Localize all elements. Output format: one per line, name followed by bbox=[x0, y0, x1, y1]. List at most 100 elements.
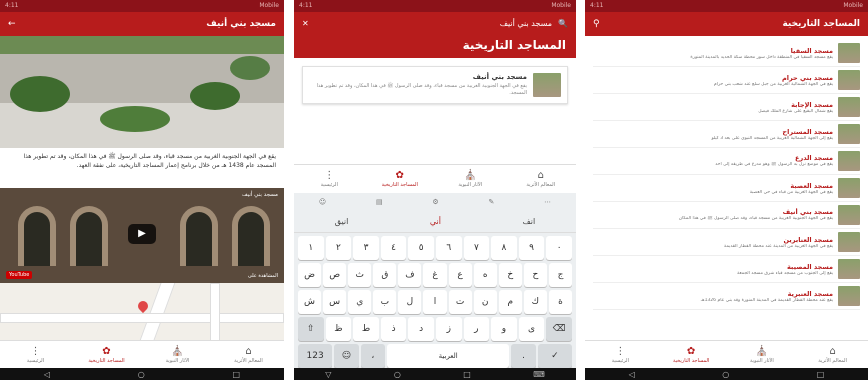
home-circle-icon[interactable]: ○ bbox=[722, 370, 729, 379]
play-icon[interactable]: ▶ bbox=[128, 224, 156, 244]
clipboard-icon[interactable]: ▤ bbox=[376, 198, 383, 206]
key[interactable]: ع bbox=[448, 263, 472, 287]
key[interactable]: ظ bbox=[325, 317, 352, 341]
suggestion[interactable]: انف bbox=[523, 217, 536, 226]
home-circle-icon[interactable]: ○ bbox=[138, 370, 145, 379]
recents-icon[interactable]: □ bbox=[817, 370, 825, 379]
key[interactable]: ث bbox=[348, 263, 372, 287]
key[interactable]: ا bbox=[423, 290, 447, 314]
suggestion[interactable]: أني bbox=[430, 217, 441, 226]
period-key[interactable]: . bbox=[511, 344, 536, 368]
list-item[interactable]: مسجد بني حرام يقع في الجهة الشمالية الغرب… bbox=[593, 67, 860, 94]
key[interactable]: ٢ bbox=[325, 236, 352, 260]
keyboard-switch-icon[interactable]: ⌨ bbox=[533, 370, 545, 379]
key[interactable]: ك bbox=[523, 290, 547, 314]
nav-item-prophetic-sites[interactable]: ⛪ الآثار النبوية bbox=[153, 346, 203, 364]
emoji-icon[interactable]: ☺ bbox=[319, 198, 326, 206]
more-icon[interactable]: ⋯ bbox=[544, 198, 551, 206]
key[interactable]: ٣ bbox=[353, 236, 379, 260]
nav-item-historic-mosques[interactable]: ✿ المساجد التاريخية bbox=[375, 170, 425, 188]
list-item[interactable]: مسجد الإجابة يقع شمال البقيع على شارع الم… bbox=[593, 94, 860, 121]
back-icon[interactable]: ▽ bbox=[325, 370, 331, 379]
close-icon[interactable]: ✕ bbox=[302, 19, 309, 28]
list-item[interactable]: مسجد المصيبة يقع إلى الجنوب من مسجد قباء … bbox=[593, 256, 860, 283]
key[interactable]: ٥ bbox=[408, 236, 434, 260]
key[interactable]: ٤ bbox=[380, 236, 407, 260]
enter-key[interactable]: ✓ bbox=[537, 344, 572, 368]
nav-item-prophetic-sites[interactable]: ⛪ الآثار النبوية bbox=[737, 346, 787, 364]
key[interactable]: ق bbox=[373, 263, 397, 287]
space-key[interactable]: العربية bbox=[387, 344, 510, 368]
settings-icon[interactable]: ⚙ bbox=[432, 198, 438, 206]
location-map[interactable] bbox=[0, 283, 284, 340]
key[interactable]: ش bbox=[298, 290, 322, 314]
backspace-key[interactable]: ⌫ bbox=[546, 317, 572, 341]
key[interactable]: د bbox=[408, 317, 434, 341]
key[interactable]: ٦ bbox=[435, 236, 462, 260]
text-edit-icon[interactable]: ✎ bbox=[488, 198, 494, 206]
key[interactable]: ض bbox=[298, 263, 322, 287]
key[interactable]: ٨ bbox=[491, 236, 517, 260]
key[interactable]: ح bbox=[523, 263, 547, 287]
emoji-key[interactable]: ☺ bbox=[334, 344, 359, 368]
list-item[interactable]: مسجد السقيا يقع مسجد السقيا في المنطقة دا… bbox=[593, 40, 860, 67]
key[interactable]: غ bbox=[423, 263, 447, 287]
shift-key[interactable]: ⇧ bbox=[298, 317, 324, 341]
list-item[interactable]: مسجد العصبة يقع في الجهة الغربية من قباء … bbox=[593, 175, 860, 202]
key[interactable]: ي bbox=[348, 290, 372, 314]
key[interactable]: ذ bbox=[380, 317, 407, 341]
list-item[interactable]: مسجد العنبرية يقع عند محطة القطار القديمة… bbox=[593, 283, 860, 310]
nav-item-home-menu[interactable]: ⋮ الرئيسية bbox=[595, 346, 645, 364]
key[interactable]: خ bbox=[498, 263, 522, 287]
nav-item-landmarks[interactable]: ⌂ المعالم الأثرية bbox=[224, 346, 274, 364]
video-player[interactable]: مسجد بني أنيف ▶ YouTube المشاهدة على bbox=[0, 188, 284, 283]
key[interactable]: ر bbox=[463, 317, 490, 341]
key[interactable]: ٩ bbox=[518, 236, 545, 260]
nav-item-landmarks[interactable]: ⌂ المعالم الأثرية bbox=[808, 346, 858, 364]
key[interactable]: ز bbox=[435, 317, 462, 341]
nav-item-historic-mosques[interactable]: ✿ المساجد التاريخية bbox=[666, 346, 716, 364]
search-icon[interactable]: ⚲ bbox=[593, 19, 600, 29]
key[interactable]: ه bbox=[473, 263, 497, 287]
list-item[interactable]: مسجد الدرع يقع في موضع نزل به الرسول ﷺ وه… bbox=[593, 148, 860, 175]
search-icon[interactable]: 🔍 bbox=[558, 19, 568, 28]
key[interactable]: ٠ bbox=[546, 236, 572, 260]
nav-item-historic-mosques[interactable]: ✿ المساجد التاريخية bbox=[82, 346, 132, 364]
key[interactable]: ل bbox=[398, 290, 422, 314]
nav-item-prophetic-sites[interactable]: ⛪ الآثار النبوية bbox=[445, 170, 495, 188]
key[interactable]: ف bbox=[398, 263, 422, 287]
back-icon[interactable]: ◁ bbox=[629, 370, 635, 379]
map-pin-icon[interactable] bbox=[135, 298, 151, 314]
list-item[interactable]: مسجد بني أنيف يقع في الجهة الجنوبية الغرب… bbox=[593, 202, 860, 229]
key[interactable]: ج bbox=[548, 263, 573, 287]
back-icon[interactable]: ◁ bbox=[44, 370, 50, 379]
key[interactable]: س bbox=[323, 290, 347, 314]
key[interactable]: ط bbox=[353, 317, 379, 341]
search-result-card[interactable]: مسجد بني أنيف يقع في الجهة الجنوبية الغر… bbox=[302, 66, 568, 104]
recents-icon[interactable]: □ bbox=[463, 370, 471, 379]
key[interactable]: ب bbox=[373, 290, 397, 314]
nav-item-landmarks[interactable]: ⌂ المعالم الأثرية bbox=[516, 170, 566, 188]
key[interactable]: ت bbox=[448, 290, 472, 314]
key[interactable]: ة bbox=[548, 290, 573, 314]
key[interactable]: ٧ bbox=[463, 236, 490, 260]
key[interactable]: و bbox=[491, 317, 517, 341]
recents-icon[interactable]: □ bbox=[233, 370, 241, 379]
item-desc: يقع عند محطة القطار القديمة في المدينة ا… bbox=[700, 297, 833, 303]
mode-key[interactable]: 123 bbox=[298, 344, 333, 368]
key[interactable]: م bbox=[498, 290, 522, 314]
nav-item-home-menu[interactable]: ⋮ الرئيسية bbox=[11, 346, 61, 364]
comma-key[interactable]: ، bbox=[360, 344, 386, 368]
key[interactable]: ى bbox=[518, 317, 545, 341]
key[interactable]: ١ bbox=[298, 236, 324, 260]
key[interactable]: ص bbox=[323, 263, 347, 287]
list-item[interactable]: مسجد العنابرين يقع في الجهة الغربية من ال… bbox=[593, 229, 860, 256]
key[interactable]: ن bbox=[473, 290, 497, 314]
list-item[interactable]: مسجد المستراح يقع إلى الجهة الشمالية الغر… bbox=[593, 121, 860, 148]
home-circle-icon[interactable]: ○ bbox=[394, 370, 401, 379]
arrow-right-icon[interactable]: ← bbox=[8, 19, 16, 29]
nav-item-home-menu[interactable]: ⋮ الرئيسية bbox=[304, 170, 354, 188]
search-input[interactable]: مسجد بني أنيف bbox=[309, 19, 558, 28]
youtube-logo[interactable]: YouTube bbox=[6, 271, 33, 279]
suggestion[interactable]: انيق bbox=[335, 217, 349, 226]
